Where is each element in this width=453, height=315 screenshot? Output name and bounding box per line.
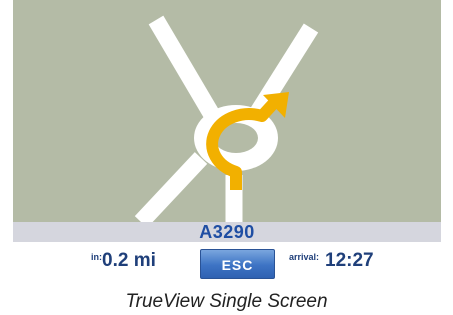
roundabout-map — [134, 15, 319, 222]
arrival-label: arrival: — [289, 252, 320, 262]
arrival-readout: arrival: 12:27 — [289, 250, 374, 272]
map-view[interactable] — [13, 0, 441, 222]
distance-readout: in:0.2 mi — [91, 250, 156, 272]
esc-button[interactable]: ESC — [200, 249, 275, 279]
distance-label: in: — [91, 252, 102, 262]
distance-value: 0.2 mi — [102, 250, 156, 271]
road-name-bar: A3290 — [13, 222, 441, 242]
navigation-screen: A3290 in:0.2 mi ESC arrival: 12:27 — [13, 0, 441, 286]
info-bar: in:0.2 mi ESC arrival: 12:27 — [13, 242, 441, 286]
screen-caption: TrueView Single Screen — [125, 291, 328, 312]
road-north-west — [148, 15, 223, 125]
road-south-west — [134, 152, 208, 222]
road-name: A3290 — [199, 222, 255, 242]
arrival-value: 12:27 — [325, 250, 374, 271]
